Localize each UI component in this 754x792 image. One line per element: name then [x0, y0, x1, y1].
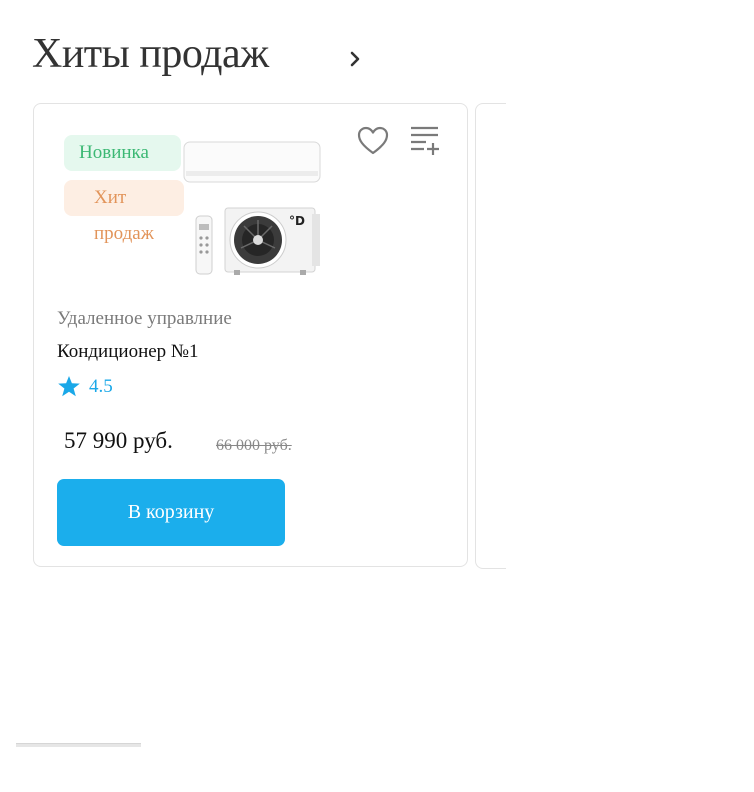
badge-hit: Хит продаж: [64, 180, 184, 244]
scrollbar[interactable]: [16, 743, 141, 747]
product-image[interactable]: °D: [182, 138, 322, 276]
section-title: Хиты продаж: [32, 31, 269, 77]
rating-value: 4.5: [89, 375, 113, 397]
svg-text:°D: °D: [289, 214, 305, 228]
list-add-icon[interactable]: [409, 124, 441, 156]
chevron-right-icon[interactable]: [344, 47, 366, 71]
product-card[interactable]: °D Новинка Хит продаж Удаленное управлни…: [33, 103, 468, 567]
product-price: 57 990 руб.: [64, 428, 173, 453]
product-name[interactable]: Кондиционер №1: [57, 341, 199, 363]
product-rating: 4.5: [57, 375, 113, 398]
badge-new: Новинка: [64, 135, 181, 171]
product-old-price: 66 000 руб.: [216, 437, 292, 454]
star-icon: [58, 376, 80, 397]
heart-icon[interactable]: [356, 124, 390, 158]
next-product-card[interactable]: [475, 103, 506, 569]
add-to-cart-button[interactable]: В корзину: [57, 479, 285, 546]
product-subtitle: Удаленное управлние: [57, 308, 232, 329]
